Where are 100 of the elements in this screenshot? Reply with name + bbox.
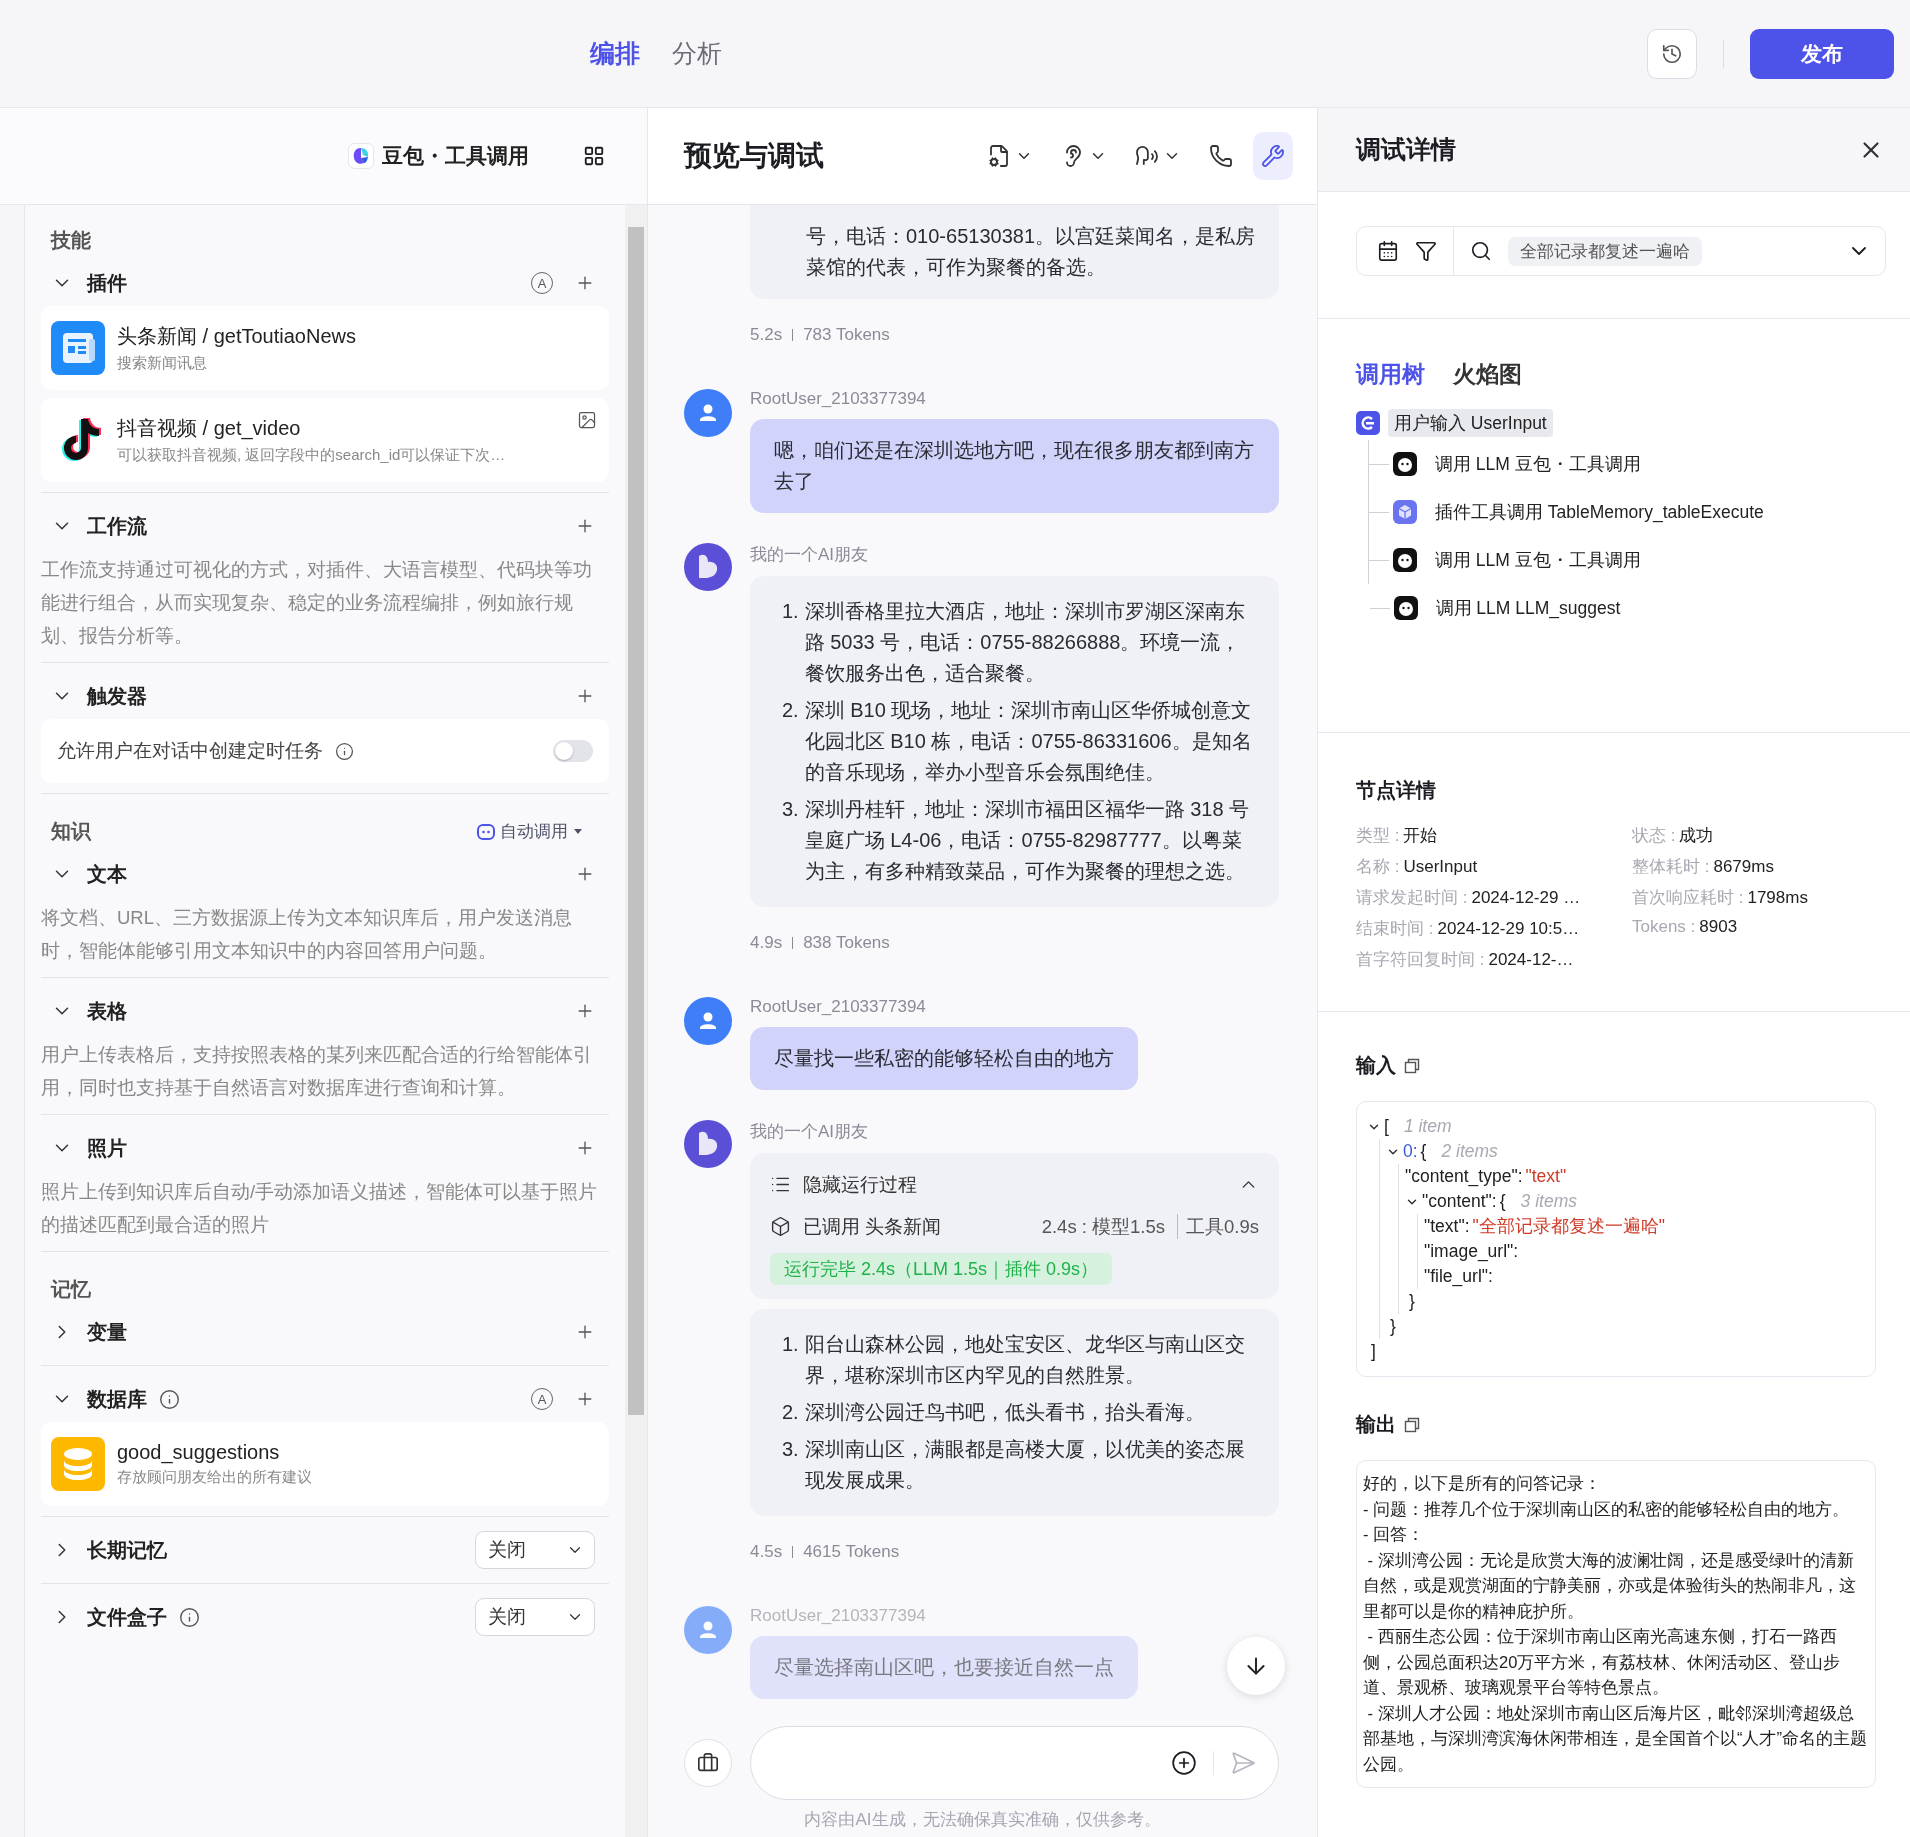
- add-icon[interactable]: [1171, 1750, 1197, 1776]
- group-title: 照片: [87, 1135, 127, 1161]
- view-tab[interactable]: 火焰图: [1453, 359, 1522, 390]
- top-tab[interactable]: 编排: [584, 33, 646, 74]
- detail-label: 状态 :: [1632, 826, 1676, 845]
- json-line: "content": { 3 items: [1405, 1189, 1865, 1214]
- timing-text: 工具0.9s: [1177, 1213, 1259, 1239]
- select-field[interactable]: 关闭: [475, 1531, 595, 1569]
- status-badge: 运行完毕 2.4s（LLM 1.5s｜插件 0.9s）: [770, 1253, 1113, 1285]
- detail-value: 8903: [1699, 917, 1738, 936]
- section-title: 节点详情: [1356, 778, 1437, 803]
- section-title: 输出: [1356, 1412, 1396, 1437]
- message-author: RootUser_2103377394: [750, 997, 926, 1017]
- message-author: 我的一个AI朋友: [750, 544, 869, 566]
- database-icon: [51, 1437, 105, 1491]
- copy-icon[interactable]: [1404, 1057, 1420, 1074]
- grid-icon[interactable]: [583, 145, 605, 167]
- calendar-icon[interactable]: [1377, 240, 1399, 262]
- section-title: 记忆: [51, 1277, 91, 1302]
- message-author: 我的一个AI朋友: [750, 1121, 869, 1143]
- history-button[interactable]: [1647, 28, 1697, 79]
- message-bubble: 尽量找一些私密的能够轻松自由的地方: [750, 1027, 1138, 1090]
- json-line: 0: { 2 items: [1386, 1139, 1865, 1164]
- group-description: 将文档、URL、三方数据源上传为文本知识库后，用户发送消息时，智能体能够引用文本知识中的内容回答用户问题。: [41, 906, 573, 963]
- query-chip[interactable]: 全部记录都复述一遍哈: [1508, 236, 1702, 266]
- detail-label: 首字符回复时间 :: [1356, 950, 1485, 969]
- scroll-down-button[interactable]: [1227, 1637, 1285, 1695]
- publish-button[interactable]: 发布: [1750, 28, 1894, 79]
- json-line: "file_url":: [1424, 1265, 1494, 1289]
- token-count: 783 Tokens: [803, 325, 890, 345]
- phone-icon: [1209, 144, 1233, 168]
- view-tab[interactable]: 调用树: [1356, 359, 1425, 390]
- select-field[interactable]: 关闭: [475, 1598, 595, 1636]
- top-tab[interactable]: 分析: [666, 33, 728, 74]
- detail-value: 开始: [1403, 826, 1438, 845]
- item-name: 抖音视频 / get_video: [117, 416, 302, 442]
- json-line: }: [1389, 1315, 1397, 1338]
- token-count: 838 Tokens: [803, 933, 890, 953]
- tree-node[interactable]: 用户输入 UserInput: [1388, 409, 1553, 437]
- message-bubble: 1. 阳台山森林公园，地处宝安区、龙华区与南山区交界，堪称深圳市区内罕见的自然胜景。 2. 深圳湾公园迁鸟书吧，低头看书，抬头看海。 3. 深圳南山区，满眼都是高楼大厦，以优美的姿态展现发展成果。: [750, 1309, 1279, 1516]
- detail-value: UserInput: [1403, 857, 1478, 876]
- filter-icon[interactable]: [1415, 240, 1437, 262]
- bot-icon: [477, 822, 495, 841]
- tree-node[interactable]: 调用 LLM 豆包・工具调用: [1429, 450, 1647, 478]
- item-name: good_suggestions: [117, 1441, 281, 1464]
- detail-label: 整体耗时 :: [1632, 857, 1710, 876]
- plugin-card[interactable]: 抖音视频 / get_video 可以获取抖音视频, 返回字段中的search_id可以保证下次…: [41, 398, 609, 482]
- info-icon: [335, 741, 354, 761]
- plugin-card[interactable]: good_suggestions 存放顾问朋友给出的所有建议: [41, 1422, 609, 1506]
- briefcase-icon: [697, 1752, 719, 1774]
- bot-avatar: [684, 1120, 732, 1168]
- tree-node[interactable]: 插件工具调用 TableMemory_tableExecute: [1429, 498, 1770, 526]
- group-title: 文本: [87, 861, 127, 887]
- json-line: }: [1408, 1290, 1416, 1313]
- caret-icon: [573, 827, 583, 836]
- response-time: 4.5s: [750, 1542, 783, 1562]
- detail-value: 1798ms: [1747, 888, 1808, 907]
- group-description: 用户上传表格后，支持按照表格的某列来匹配合适的行给智能体引用，同时也支持基于自然语言对数据库进行查询和计算。: [41, 1043, 593, 1100]
- output-text: 好的，以下是所有的问答记录： - 问题：推荐几个位于深圳南山区的私密的能够轻松自由的地方。 - 回答： - 深圳湾公园：无论是欣赏大海的波澜壮阔，还是感受绿叶的清新自然，或是观赏湖面的宁静美丽，亦或是体验街头的热闹非凡，这里都可以是你的精神庇护所。 - 西丽生态公园：位于深圳市南山区南光高速东侧，打石一路西侧，公园总面积达20万平方米，有荔枝林、休闲活动区、登山步道、景观桥、玻璃观景平台等特色景点。 - 深圳人才公园：地处深圳市南山区后海片区，毗邻深圳湾超级总部基地，与深圳湾滨海休闲带相连，是全国首个以“人才”命名的主题公园。: [1356, 1460, 1876, 1788]
- cube-icon: [1393, 500, 1417, 524]
- input-icon: [1356, 411, 1380, 435]
- toolbar-button[interactable]: [1253, 132, 1293, 180]
- search-icon: [1470, 240, 1492, 262]
- auto-call-dropdown[interactable]: 自动调用: [477, 820, 583, 843]
- message-author: RootUser_2103377394: [750, 389, 926, 409]
- message-bubble: 尽量选择南山区吧，也要接近自然一点: [750, 1636, 1138, 1699]
- message-author: RootUser_2103377394: [750, 1606, 926, 1626]
- toggle-switch[interactable]: [553, 740, 593, 762]
- token-count: 4615 Tokens: [803, 1542, 900, 1562]
- disclaimer-text: 内容由AI生成，无法确保真实准确，仅供参考。: [803, 1809, 1162, 1831]
- speaking-head-icon: [1135, 144, 1159, 168]
- message-bubble: 号，电话：010-65130381。以宫廷菜闻名，是私房菜馆的代表，可作为聚餐的备选。: [750, 205, 1279, 299]
- message-bubble: 嗯，咱们还是在深圳选地方吧，现在很多朋友都到南方去了: [750, 419, 1279, 513]
- detail-label: Tokens :: [1632, 917, 1696, 936]
- response-time: 4.9s: [750, 933, 783, 953]
- detail-value: 2024-12-29 10:5…: [1437, 919, 1580, 938]
- clear-button[interactable]: [684, 1739, 732, 1787]
- model-selector[interactable]: 豆包・工具调用: [348, 142, 529, 170]
- user-avatar: [684, 997, 732, 1045]
- detail-value: 2024-12-…: [1488, 950, 1574, 969]
- group-title: 工作流: [87, 513, 147, 539]
- detail-label: 结束时间 :: [1356, 919, 1434, 938]
- item-name: 头条新闻 / getToutiaoNews: [117, 324, 357, 349]
- json-line: "content_type": "text": [1405, 1165, 1568, 1189]
- response-time: 5.2s: [750, 325, 783, 345]
- user-avatar: [684, 389, 732, 437]
- tree-node[interactable]: 调用 LLM LLM_suggest: [1429, 594, 1627, 622]
- plugin-card[interactable]: 头条新闻 / getToutiaoNews 搜索新闻讯息: [41, 306, 609, 390]
- logo-icon: [348, 143, 374, 169]
- tool-call-label: 已调用 头条新闻: [803, 1214, 942, 1239]
- item-description: 搜索新闻讯息: [117, 353, 208, 373]
- process-title: 隐藏运行过程: [803, 1172, 917, 1197]
- group-title: 插件: [87, 270, 127, 296]
- copy-icon[interactable]: [1404, 1416, 1420, 1433]
- group-title: 表格: [87, 998, 127, 1024]
- group-description: 照片上传到知识库后自动/手动添加语义描述，智能体可以基于照片的描述匹配到最合适的照片: [41, 1180, 599, 1237]
- group-title: 数据库: [87, 1386, 147, 1412]
- detail-value: 8679ms: [1713, 857, 1774, 876]
- tree-node[interactable]: 调用 LLM 豆包・工具调用: [1429, 546, 1647, 574]
- section-title: 知识: [51, 819, 91, 844]
